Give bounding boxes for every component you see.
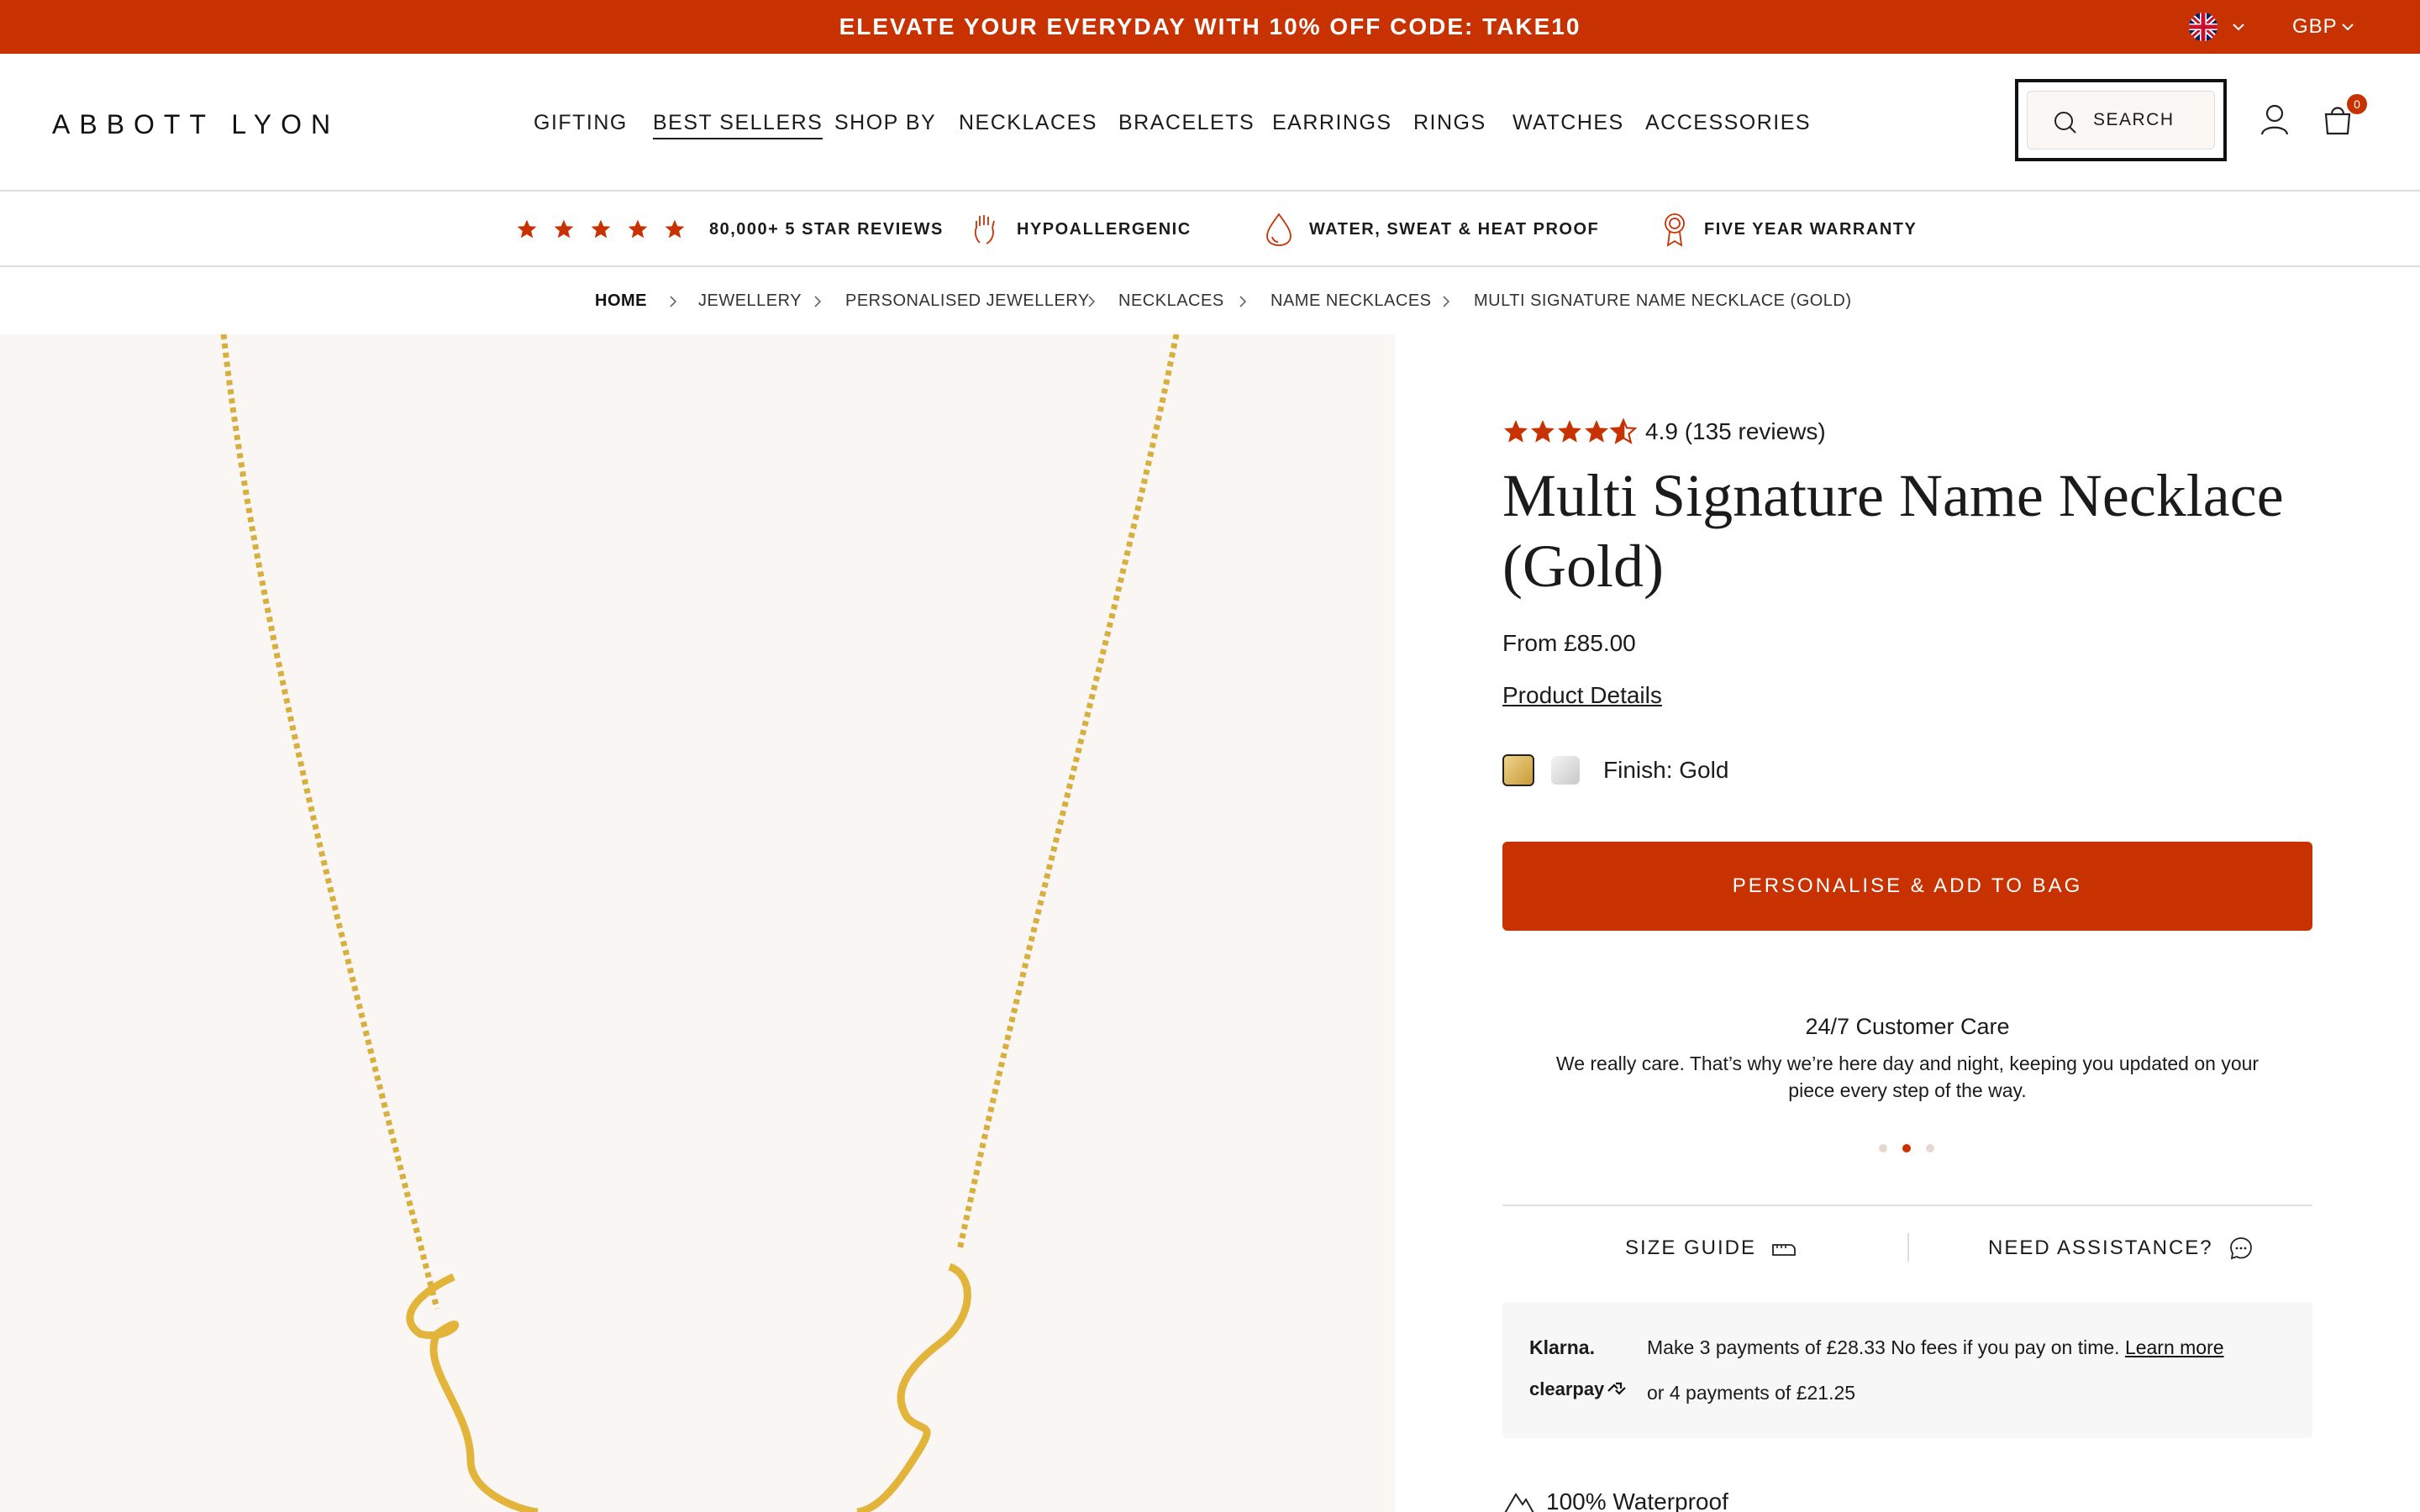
usp-label: WATER, SWEAT & HEAT PROOF — [1309, 219, 1600, 239]
site-header: ABBOTT LYON GIFTING BEST SELLERS SHOP BY… — [0, 54, 2420, 192]
nav-shop-by[interactable]: SHOP BY — [834, 108, 936, 138]
klarna-text: Make 3 payments of £28.33 No fees if you… — [1647, 1336, 2120, 1358]
klarna-message: Make 3 payments of £28.33 No fees if you… — [1647, 1334, 2224, 1361]
chat-icon — [2229, 1237, 2252, 1260]
promo-bar: ELEVATE YOUR EVERYDAY WITH 10% OFF CODE:… — [0, 0, 2420, 54]
product-title: Multi Signature Name Necklace (Gold) — [1502, 462, 2284, 600]
clearpay-brand: clearpay — [1529, 1378, 1605, 1399]
finish-label: Finish: Gold — [1603, 757, 1729, 783]
nav-rings[interactable]: RINGS — [1413, 108, 1486, 138]
usp-warranty: FIVE YEAR WARRANTY — [1660, 192, 1917, 267]
necklace-image — [220, 334, 1180, 1512]
bag-count-badge: 0 — [2347, 94, 2367, 114]
rating-stars-icon — [1502, 418, 1637, 445]
need-assistance-link[interactable]: NEED ASSISTANCE? — [1988, 1235, 2254, 1262]
nav-bracelets[interactable]: BRACELETS — [1118, 108, 1255, 138]
mountain-icon — [1504, 1493, 1534, 1512]
carousel-dot-1[interactable] — [1879, 1144, 1887, 1152]
chevron-right-icon — [1239, 296, 1247, 307]
search-icon — [2054, 112, 2076, 134]
swatch-gold[interactable] — [1502, 754, 1534, 786]
uk-flag-icon[interactable] — [2186, 12, 2220, 42]
breadcrumb-current: MULTI SIGNATURE NAME NECKLACE (GOLD) — [1474, 291, 1852, 310]
usp-bar: 80,000+ 5 STAR REVIEWS HYPOALLERGENIC WA… — [0, 192, 2420, 267]
search-input[interactable]: SEARCH — [2027, 91, 2215, 150]
search-label: SEARCH — [2093, 110, 2175, 129]
promo-text: ELEVATE YOUR EVERYDAY WITH 10% OFF CODE:… — [839, 13, 1581, 39]
nav-accessories[interactable]: ACCESSORIES — [1645, 108, 1811, 138]
rating-text: 4.9 (135 reviews) — [1645, 418, 1826, 444]
product-price: From £85.00 — [1502, 630, 1636, 656]
usp-reviews: 80,000+ 5 STAR REVIEWS — [516, 192, 944, 267]
swatch-silver[interactable] — [1551, 756, 1580, 785]
usp-label: FIVE YEAR WARRANTY — [1704, 219, 1918, 239]
divider — [1502, 1205, 2312, 1206]
breadcrumb-personalised[interactable]: PERSONALISED JEWELLERY — [845, 289, 1090, 312]
search-box[interactable]: SEARCH — [2015, 79, 2227, 161]
award-icon — [1665, 213, 1685, 247]
nav-watches[interactable]: WATCHES — [1512, 108, 1624, 138]
customer-care-title: 24/7 Customer Care — [1805, 1014, 2010, 1039]
chevron-down-icon[interactable] — [2339, 18, 2356, 35]
product-image[interactable] — [0, 334, 1395, 1512]
clearpay-logo: clearpay — [1529, 1378, 1628, 1401]
clearpay-arrows-icon — [1607, 1382, 1627, 1395]
breadcrumb-jewellery[interactable]: JEWELLERY — [698, 289, 802, 312]
product-details-link[interactable]: Product Details — [1502, 680, 1662, 711]
nav-best-sellers[interactable]: BEST SELLERS — [653, 108, 823, 139]
product-rating[interactable]: 4.9 (135 reviews) — [1502, 415, 1826, 449]
vertical-divider — [1907, 1233, 1909, 1262]
usp-waterproof: WATER, SWEAT & HEAT PROOF — [1264, 192, 1599, 267]
size-guide-label: SIZE GUIDE — [1625, 1236, 1757, 1259]
klarna-logo: Klarna. — [1529, 1336, 1595, 1358]
breadcrumb: HOME JEWELLERY PERSONALISED JEWELLERY NE… — [0, 267, 2420, 334]
need-assistance-label: NEED ASSISTANCE? — [1988, 1236, 2213, 1259]
usp-label: HYPOALLERGENIC — [1017, 219, 1192, 239]
payment-options — [1502, 1302, 2312, 1438]
nav-necklaces[interactable]: NECKLACES — [959, 108, 1097, 138]
hand-icon — [974, 215, 995, 244]
stars-icon — [516, 218, 701, 240]
water-drop-icon — [1266, 213, 1292, 246]
nav-earrings[interactable]: EARRINGS — [1272, 108, 1392, 138]
chevron-right-icon — [814, 296, 822, 307]
chevron-down-icon[interactable] — [2230, 18, 2247, 35]
chevron-right-icon — [1088, 296, 1096, 307]
carousel-dot-2-active[interactable] — [1902, 1144, 1911, 1152]
breadcrumb-necklaces[interactable]: NECKLACES — [1118, 289, 1224, 312]
nav-gifting[interactable]: GIFTING — [534, 108, 628, 138]
klarna-learn-more-link[interactable]: Learn more — [2125, 1336, 2224, 1358]
clearpay-message: or 4 payments of £21.25 — [1647, 1382, 1856, 1404]
currency-selector[interactable]: GBP — [2292, 12, 2338, 42]
usp-hypoallergenic: HYPOALLERGENIC — [971, 192, 1192, 267]
personalise-add-to-bag-button[interactable]: PERSONALISE & ADD TO BAG — [1502, 842, 2312, 931]
size-guide-link[interactable]: SIZE GUIDE — [1625, 1235, 1797, 1262]
customer-care-text: We really care. That’s why we’re here da… — [1555, 1053, 2260, 1101]
feature-waterproof: 100% Waterproof — [1502, 1487, 1728, 1512]
account-icon[interactable] — [2260, 104, 2289, 136]
site-logo[interactable]: ABBOTT LYON — [52, 108, 339, 141]
chevron-right-icon — [1443, 296, 1450, 307]
breadcrumb-name-necklaces[interactable]: NAME NECKLACES — [1270, 289, 1432, 312]
feature-label: 100% Waterproof — [1546, 1488, 1728, 1512]
carousel-dot-3[interactable] — [1926, 1144, 1934, 1152]
breadcrumb-home[interactable]: HOME — [595, 289, 647, 312]
usp-label: 80,000+ 5 STAR REVIEWS — [709, 219, 944, 239]
chevron-right-icon — [670, 296, 677, 307]
ruler-icon — [1772, 1244, 1796, 1256]
